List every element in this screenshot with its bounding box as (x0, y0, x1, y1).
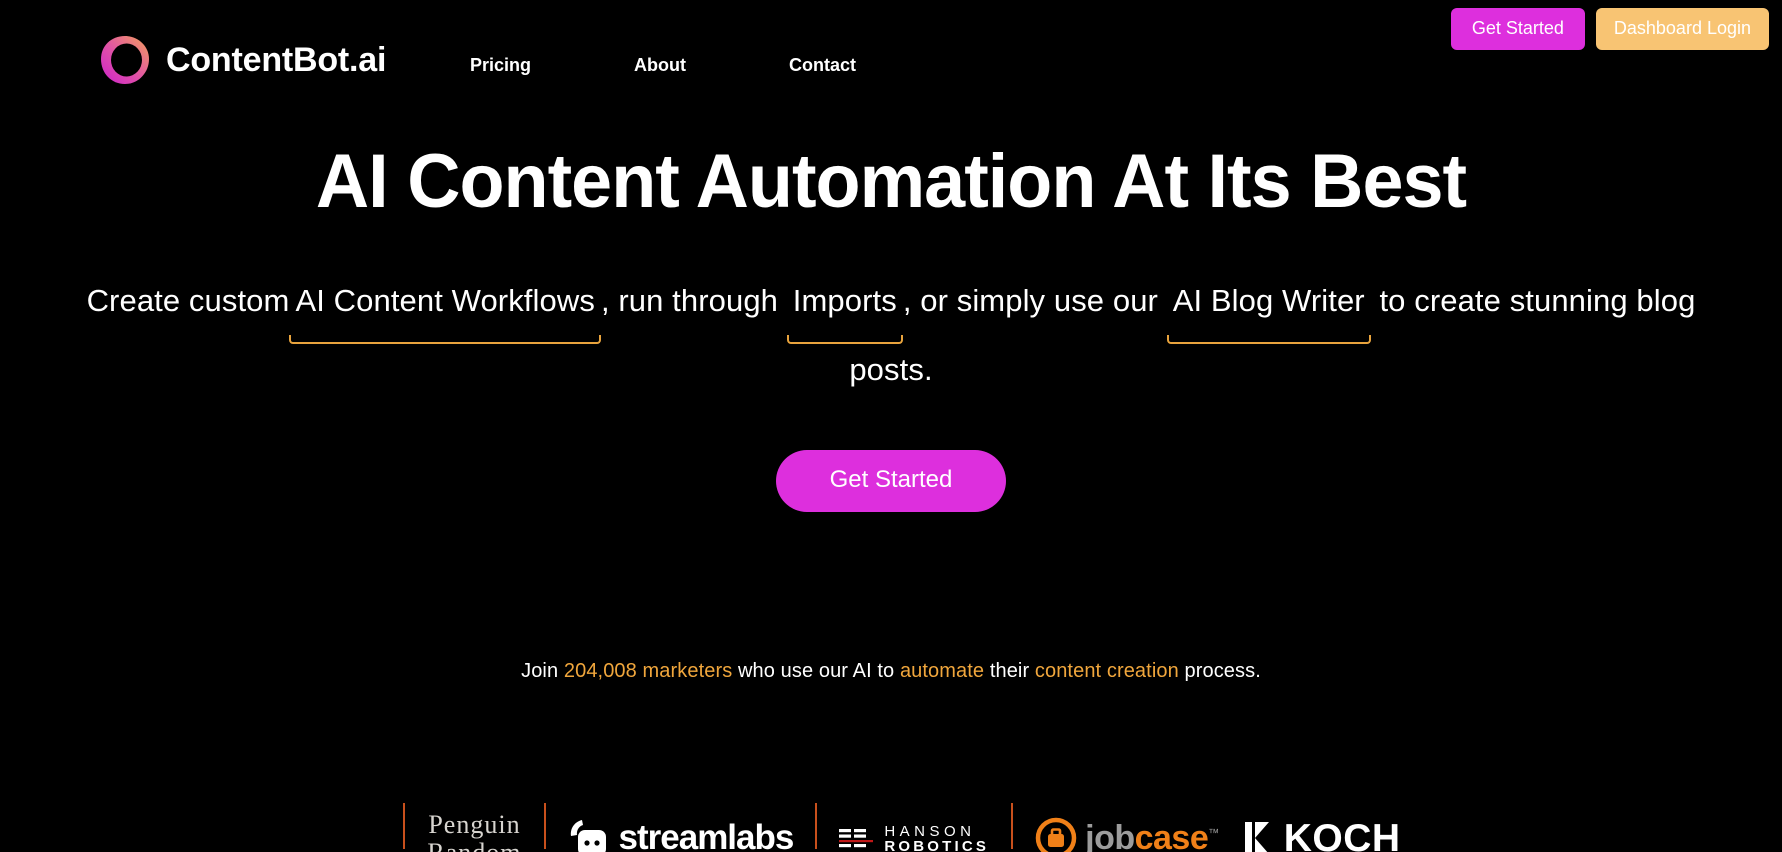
hero-link-imports[interactable]: Imports (786, 266, 903, 344)
jobcase-text-a: job (1085, 819, 1135, 852)
nav-item-pricing[interactable]: Pricing (470, 55, 531, 76)
header-get-started-button[interactable]: Get Started (1450, 8, 1585, 50)
hero-sub-part2: , run through (600, 282, 779, 318)
koch-wordmark: KOCH (1283, 816, 1401, 852)
underline-bracket-icon (289, 334, 601, 344)
jobcase-briefcase-icon (1035, 817, 1077, 852)
jobcase-text-b: case (1134, 819, 1209, 852)
social-proof-prefix: Join (521, 660, 559, 682)
hanson-line-2: ROBOTICS (884, 838, 990, 852)
streamlabs-mark-icon (570, 820, 606, 852)
brand-name: ContentBot.ai (166, 41, 387, 79)
brand-logo-link[interactable]: ContentBot.ai (98, 33, 386, 87)
penguin-line-1: Penguin (428, 810, 521, 839)
logo-penguin-random-house: Penguin Random (427, 800, 521, 852)
customer-logo-strip: Penguin Random streamlabs (0, 800, 1782, 852)
header-actions: Get Started Dashboard Login (1450, 8, 1769, 50)
ring-gradient-icon (101, 36, 149, 84)
social-proof-suffix: process. (1184, 660, 1261, 682)
hero-cta-wrap: Get Started (0, 449, 1782, 512)
hero-link-3-label: AI Blog Writer (1172, 282, 1365, 318)
jobcase-wordmark: jobcase™ (1085, 821, 1219, 852)
hero-link-ai-content-workflows[interactable]: AI Content Workflows (289, 266, 601, 344)
main-nav: Pricing About Contact (470, 55, 856, 76)
logo-koch: KOCH (1244, 800, 1401, 852)
hero-title: AI Content Automation At Its Best (315, 139, 1467, 224)
social-proof-mid1: who use our AI to (738, 660, 895, 682)
jobcase-trademark: ™ (1208, 827, 1219, 840)
site-header: ContentBot.ai Pricing About Contact Get … (0, 0, 1782, 100)
nav-item-about[interactable]: About (634, 55, 686, 76)
underline-bracket-icon (786, 334, 903, 344)
hero-link-2-label: Imports (792, 282, 897, 318)
logo-divider (1011, 803, 1014, 849)
underline-bracket-icon (1166, 334, 1371, 344)
logo-divider (403, 803, 406, 849)
social-proof-line: Join 204,008 marketers who use our AI to… (0, 660, 1782, 683)
hero-get-started-button[interactable]: Get Started (775, 449, 1007, 512)
logo-divider (543, 803, 546, 849)
streamlabs-wordmark: streamlabs (618, 817, 795, 852)
logo-hanson-robotics: HANSON ROBOTICS (839, 800, 989, 852)
hero-subtitle: Create custom AI Content Workflows, run t… (71, 266, 1711, 404)
logo-streamlabs: streamlabs (568, 800, 794, 852)
logo-divider (815, 803, 818, 849)
hero-sub-part3: , or simply use our (902, 282, 1158, 318)
hero-link-ai-blog-writer[interactable]: AI Blog Writer (1166, 266, 1371, 344)
hanson-robotics-mark-icon (839, 829, 874, 848)
header-dashboard-login-button[interactable]: Dashboard Login (1595, 8, 1769, 50)
hero-link-1-label: AI Content Workflows (295, 282, 595, 318)
logo-jobcase: jobcase™ (1035, 800, 1219, 852)
social-proof-count: 204,008 marketers (563, 660, 733, 682)
social-proof-accent-content-creation: content creation (1034, 660, 1179, 682)
hanson-line-1: HANSON (884, 823, 976, 840)
social-proof-mid2: their (989, 660, 1030, 682)
social-proof-accent-automate: automate (899, 660, 985, 682)
hero-section: AI Content Automation At Its Best Create… (0, 100, 1782, 512)
hero-sub-part1: Create custom (86, 282, 290, 318)
nav-item-contact[interactable]: Contact (789, 55, 856, 76)
penguin-line-2: Random (427, 839, 521, 852)
koch-mark-icon (1244, 822, 1269, 852)
